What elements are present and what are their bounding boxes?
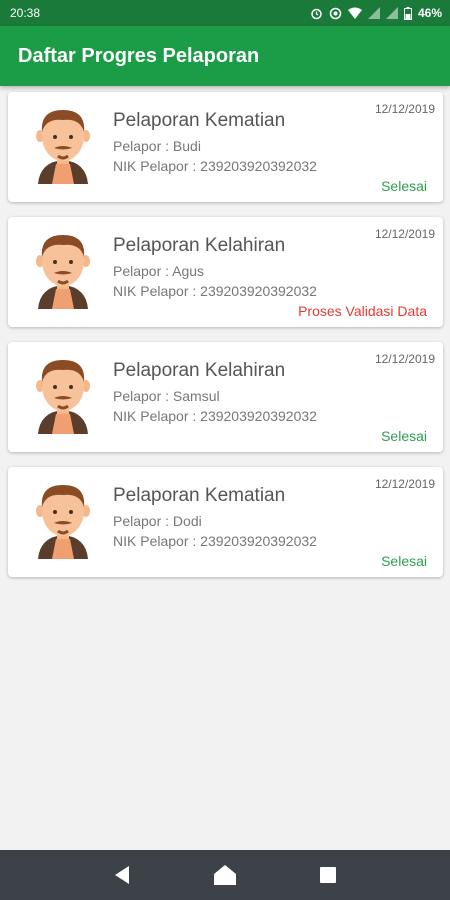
status-time: 20:38 xyxy=(10,6,41,20)
avatar-icon xyxy=(36,360,90,434)
navigation-bar xyxy=(0,850,450,900)
app-bar: Daftar Progres Pelaporan xyxy=(0,26,450,86)
home-icon xyxy=(213,865,236,885)
page-title: Daftar Progres Pelaporan xyxy=(18,44,260,67)
report-title: Pelaporan Kematian xyxy=(113,110,286,131)
status-bar: 20:38 46% xyxy=(0,0,450,26)
reporter-name: Pelapor : Dodi xyxy=(113,513,202,529)
report-title: Pelaporan Kematian xyxy=(113,485,286,506)
report-card[interactable]: Pelaporan Kelahiran Pelapor : Agus NIK P… xyxy=(8,217,443,327)
report-card[interactable]: Pelaporan Kematian Pelapor : Budi NIK Pe… xyxy=(8,92,443,202)
reporter-name: Pelapor : Agus xyxy=(113,263,205,279)
wifi-icon xyxy=(347,7,362,19)
data-saver-icon xyxy=(329,7,342,19)
back-icon xyxy=(114,866,129,884)
report-date: 12/12/2019 xyxy=(374,352,435,366)
report-date: 12/12/2019 xyxy=(374,102,435,116)
back-button[interactable] xyxy=(107,860,137,890)
avatar-icon xyxy=(36,485,90,559)
recents-icon xyxy=(320,867,337,883)
report-card[interactable]: Pelaporan Kematian Pelapor : Dodi NIK Pe… xyxy=(8,467,443,577)
status-badge: Selesai xyxy=(381,178,427,194)
battery-icon xyxy=(403,6,412,20)
report-date: 12/12/2019 xyxy=(374,227,435,241)
report-date: 12/12/2019 xyxy=(374,477,435,491)
report-title: Pelaporan Kelahiran xyxy=(113,360,286,381)
avatar-icon xyxy=(36,235,90,309)
status-icons: 46% xyxy=(310,6,442,20)
home-button[interactable] xyxy=(210,860,240,890)
reporter-nik: NIK Pelapor : 239203920392032 xyxy=(113,158,317,174)
reporter-nik: NIK Pelapor : 239203920392032 xyxy=(113,283,317,299)
battery-percent: 46% xyxy=(417,6,442,20)
alarm-icon xyxy=(311,8,322,19)
signal-icon xyxy=(367,7,380,19)
status-badge: Selesai xyxy=(381,428,427,444)
reporter-name: Pelapor : Samsul xyxy=(113,388,220,404)
report-card[interactable]: Pelaporan Kelahiran Pelapor : Samsul NIK… xyxy=(8,342,443,452)
reporter-name: Pelapor : Budi xyxy=(113,138,201,154)
reporter-nik: NIK Pelapor : 239203920392032 xyxy=(113,408,317,424)
reporter-nik: NIK Pelapor : 239203920392032 xyxy=(113,533,317,549)
recents-button[interactable] xyxy=(313,860,343,890)
status-badge: Proses Validasi Data xyxy=(298,303,427,319)
signal-icon-2 xyxy=(385,7,398,19)
avatar-icon xyxy=(36,110,90,184)
report-title: Pelaporan Kelahiran xyxy=(113,235,286,256)
status-badge: Selesai xyxy=(381,553,427,569)
